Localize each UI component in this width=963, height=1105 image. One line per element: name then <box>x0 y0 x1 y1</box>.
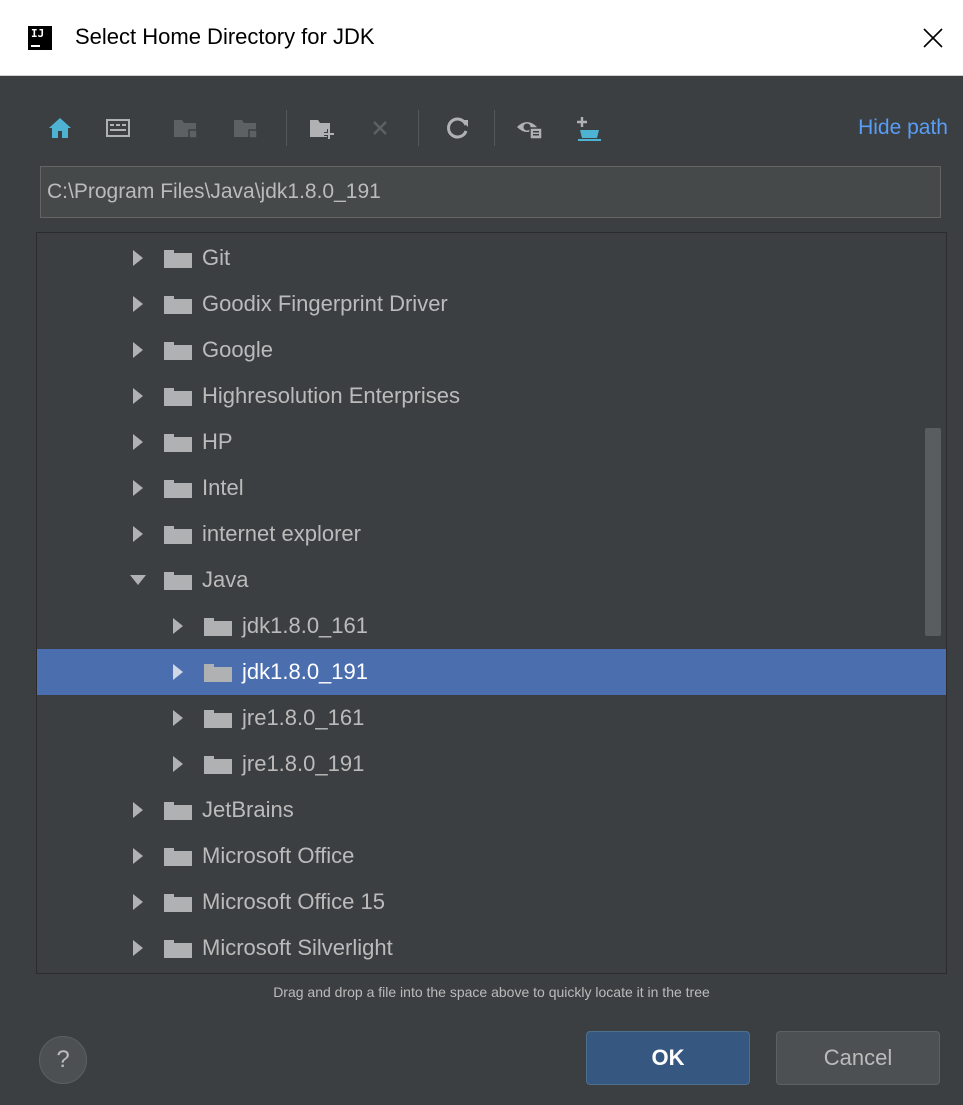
collapsed-arrow-icon[interactable] <box>130 524 146 544</box>
delete-icon <box>373 121 387 135</box>
tree-item-label: HP <box>202 429 233 454</box>
collapsed-arrow-icon[interactable] <box>170 754 186 774</box>
tree-item-label: Goodix Fingerprint Driver <box>202 291 448 316</box>
project-button[interactable] <box>170 112 202 144</box>
refresh-button[interactable] <box>442 112 474 144</box>
folder-icon <box>164 800 192 820</box>
collapsed-arrow-icon[interactable] <box>130 892 146 912</box>
folder-icon <box>164 294 192 314</box>
collapsed-arrow-icon[interactable] <box>130 938 146 958</box>
tree-item-label: Git <box>202 245 231 270</box>
help-button[interactable]: ? <box>39 1036 87 1084</box>
jdk-icon <box>577 117 601 141</box>
folder-icon <box>164 340 192 360</box>
module-button[interactable] <box>230 112 262 144</box>
folder-icon <box>164 892 192 912</box>
tree-item-label: jre1.8.0_161 <box>242 705 365 730</box>
new-folder-button[interactable] <box>306 112 338 144</box>
tree-item-label: Google <box>202 337 273 362</box>
tree-item-label: Java <box>202 567 249 592</box>
tree-item-label: Microsoft Office <box>202 843 355 868</box>
drag-drop-hint: Drag and drop a file into the space abov… <box>273 984 710 1000</box>
cancel-button[interactable]: Cancel <box>776 1031 940 1085</box>
intellij-app-icon: IJ <box>28 26 52 50</box>
folder-icon <box>164 570 192 590</box>
collapsed-arrow-icon[interactable] <box>170 662 186 682</box>
folder-icon <box>204 708 232 728</box>
tree-item-label: internet explorer <box>202 521 361 546</box>
folder-icon <box>164 478 192 498</box>
expanded-arrow-icon[interactable] <box>130 570 146 590</box>
close-button[interactable] <box>903 0 963 76</box>
folder-icon <box>164 248 192 268</box>
tree-item[interactable]: Google <box>37 327 946 373</box>
collapsed-arrow-icon[interactable] <box>130 432 146 452</box>
tree-item[interactable]: Highresolution Enterprises <box>37 373 946 419</box>
folder-icon <box>204 754 232 774</box>
window-title: Select Home Directory for JDK <box>75 24 375 49</box>
tree-item[interactable]: Microsoft Office <box>37 833 946 879</box>
folder-icon <box>164 432 192 452</box>
ok-button[interactable]: OK <box>586 1031 750 1085</box>
folder-icon <box>164 524 192 544</box>
refresh-icon <box>447 117 468 139</box>
project-icon <box>174 120 198 139</box>
show-hidden-button[interactable] <box>514 112 546 144</box>
tree-item[interactable]: Git <box>37 235 946 281</box>
collapsed-arrow-icon[interactable] <box>130 294 146 314</box>
collapsed-arrow-icon[interactable] <box>170 616 186 636</box>
tree-item-label: JetBrains <box>202 797 294 822</box>
collapsed-arrow-icon[interactable] <box>130 478 146 498</box>
tree-item-label: Microsoft Silverlight <box>202 935 393 960</box>
title-bar: IJ Select Home Directory for JDK <box>0 0 963 76</box>
show-hidden-icon <box>517 122 543 140</box>
toolbar: Hide path <box>38 100 948 156</box>
tree-item-label: jdk1.8.0_191 <box>242 659 368 684</box>
home-button[interactable] <box>44 112 76 144</box>
module-icon <box>234 120 258 139</box>
folder-icon <box>164 846 192 866</box>
folder-icon <box>204 616 232 636</box>
folder-icon <box>164 386 192 406</box>
home-icon <box>49 118 71 138</box>
collapsed-arrow-icon[interactable] <box>130 340 146 360</box>
folder-icon <box>164 938 192 958</box>
new-folder-icon <box>310 120 334 139</box>
desktop-button[interactable] <box>102 112 134 144</box>
tree-item[interactable]: Microsoft Silverlight <box>37 925 946 971</box>
tree-scrollbar[interactable] <box>925 428 941 636</box>
collapsed-arrow-icon[interactable] <box>130 800 146 820</box>
hide-path-link[interactable]: Hide path <box>858 116 948 140</box>
close-icon <box>923 28 943 48</box>
tree-item[interactable]: jdk1.8.0_161 <box>37 603 946 649</box>
tree-item-label: Highresolution Enterprises <box>202 383 461 408</box>
collapsed-arrow-icon[interactable] <box>130 248 146 268</box>
tree-item[interactable]: HP <box>37 419 946 465</box>
path-input[interactable] <box>40 166 941 218</box>
tree-item[interactable]: Java <box>37 557 946 603</box>
tree-item-label: Microsoft Office 15 <box>202 889 385 914</box>
jdk-button[interactable] <box>572 112 604 144</box>
collapsed-arrow-icon[interactable] <box>130 386 146 406</box>
tree-item[interactable]: internet explorer <box>37 511 946 557</box>
delete-button[interactable] <box>364 112 396 144</box>
folder-icon <box>204 662 232 682</box>
tree-item[interactable]: jre1.8.0_161 <box>37 695 946 741</box>
collapsed-arrow-icon[interactable] <box>170 708 186 728</box>
tree-item-label: jre1.8.0_191 <box>242 751 365 776</box>
tree-item[interactable]: Microsoft Office 15 <box>37 879 946 925</box>
file-tree[interactable]: Git Goodix Fingerprint Driver Google Highre… <box>36 232 947 974</box>
tree-item-label: jdk1.8.0_161 <box>242 613 368 638</box>
tree-item[interactable]: jre1.8.0_191 <box>37 741 946 787</box>
tree-item[interactable]: jdk1.8.0_191 <box>37 649 946 695</box>
desktop-icon <box>106 119 130 137</box>
tree-item[interactable]: JetBrains <box>37 787 946 833</box>
tree-item[interactable]: Intel <box>37 465 946 511</box>
tree-item[interactable]: Goodix Fingerprint Driver <box>37 281 946 327</box>
tree-item-label: Intel <box>202 475 244 500</box>
collapsed-arrow-icon[interactable] <box>130 846 146 866</box>
